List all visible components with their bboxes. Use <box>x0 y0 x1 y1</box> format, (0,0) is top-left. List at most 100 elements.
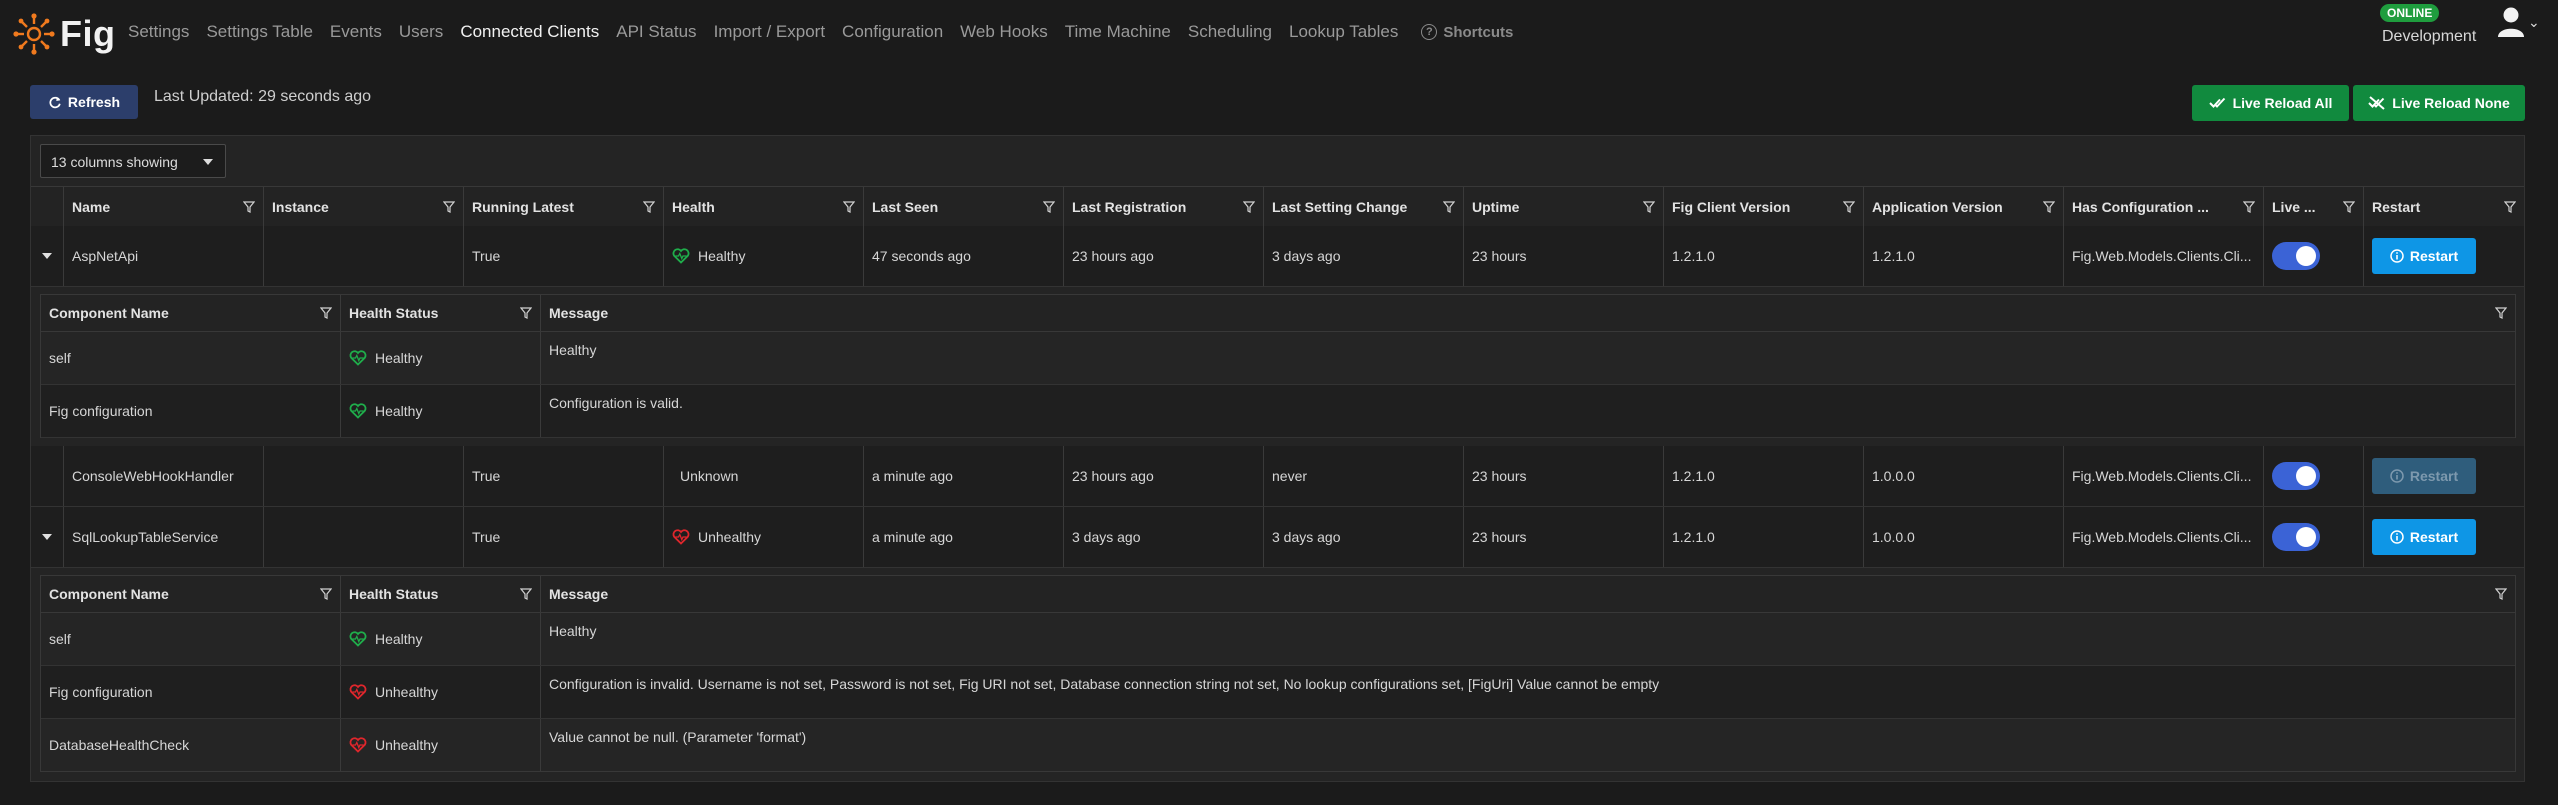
shortcuts-label: Shortcuts <box>1443 23 1514 41</box>
header-label: Live ... <box>2272 199 2316 215</box>
cell-application-version: 1.0.0.0 <box>1864 507 2064 567</box>
client-row-aspnetapi[interactable]: AspNetApi True Healthy 47 seconds ago 23… <box>31 226 2524 287</box>
column-header-health-status[interactable]: Health Status <box>341 576 541 612</box>
heart-healthy-icon <box>349 631 367 647</box>
column-header-instance[interactable]: Instance <box>264 187 464 227</box>
filter-icon[interactable] <box>320 307 332 319</box>
expand-toggle[interactable] <box>31 507 64 567</box>
filter-icon[interactable] <box>2504 201 2516 213</box>
column-header-component-name[interactable]: Component Name <box>41 576 341 612</box>
nav-item-users[interactable]: Users <box>399 22 443 42</box>
column-header-last-registration[interactable]: Last Registration <box>1064 187 1264 227</box>
column-header-live-reload[interactable]: Live ... <box>2264 187 2364 227</box>
caret-down-icon <box>203 159 213 165</box>
expand-toggle[interactable] <box>31 446 64 506</box>
filter-icon[interactable] <box>443 201 455 213</box>
column-header-application-version[interactable]: Application Version <box>1864 187 2064 227</box>
column-header-health-status[interactable]: Health Status <box>341 295 541 331</box>
live-reload-toggle[interactable] <box>2272 242 2320 270</box>
app-logo[interactable]: Fig <box>12 12 115 56</box>
nav-item-web-hooks[interactable]: Web Hooks <box>960 22 1048 42</box>
live-reload-toggle[interactable] <box>2272 462 2320 490</box>
nav-item-api-status[interactable]: API Status <box>616 22 696 42</box>
top-navigation: Fig Settings Settings Table Events Users… <box>0 0 2558 66</box>
nav-item-connected-clients[interactable]: Connected Clients <box>460 22 599 42</box>
live-reload-all-button[interactable]: Live Reload All <box>2192 85 2349 121</box>
filter-icon[interactable] <box>1243 201 1255 213</box>
shortcuts-link[interactable]: ? Shortcuts <box>1421 22 1513 42</box>
column-header-running-latest[interactable]: Running Latest <box>464 187 664 227</box>
column-chooser-dropdown[interactable]: 13 columns showing <box>40 144 226 178</box>
live-reload-none-button[interactable]: Live Reload None <box>2353 85 2525 121</box>
filter-icon[interactable] <box>643 201 655 213</box>
health-label: Unhealthy <box>698 529 762 545</box>
filter-icon[interactable] <box>1443 201 1455 213</box>
restart-label: Restart <box>2409 468 2459 484</box>
cell-message: Configuration is valid. <box>549 395 683 411</box>
filter-icon[interactable] <box>2043 201 2055 213</box>
filter-icon[interactable] <box>243 201 255 213</box>
health-detail-row: self Healthy Healthy <box>41 332 2515 385</box>
cell-health: Healthy <box>664 226 864 286</box>
filter-icon[interactable] <box>2495 307 2507 319</box>
live-reload-none-label: Live Reload None <box>2392 95 2510 111</box>
cell-has-configuration: Fig.Web.Models.Clients.Cli... <box>2064 226 2264 286</box>
restart-button[interactable]: Restart <box>2372 238 2476 274</box>
filter-icon[interactable] <box>520 588 532 600</box>
health-status-label: Healthy <box>375 403 423 419</box>
column-header-uptime[interactable]: Uptime <box>1464 187 1664 227</box>
column-header-message[interactable]: Message <box>541 576 2515 612</box>
nav-item-scheduling[interactable]: Scheduling <box>1188 22 1272 42</box>
client-row-consolewebhookhandler[interactable]: ConsoleWebHookHandler True Unknown a min… <box>31 446 2524 507</box>
header-label: Last Seen <box>872 199 939 215</box>
column-header-message[interactable]: Message <box>541 295 2515 331</box>
column-header-name[interactable]: Name <box>64 187 264 227</box>
cell-health-status: Unhealthy <box>341 666 541 718</box>
nav-item-events[interactable]: Events <box>330 22 382 42</box>
live-reload-toggle[interactable] <box>2272 523 2320 551</box>
column-header-health[interactable]: Health <box>664 187 864 227</box>
nav-item-settings[interactable]: Settings <box>128 22 189 42</box>
filter-icon[interactable] <box>1043 201 1055 213</box>
filter-icon[interactable] <box>320 588 332 600</box>
cell-instance <box>264 507 464 567</box>
nav-item-import-export[interactable]: Import / Export <box>714 22 825 42</box>
cell-health-status: Healthy <box>341 332 541 384</box>
filter-icon[interactable] <box>520 307 532 319</box>
column-header-has-configuration[interactable]: Has Configuration ... <box>2064 187 2264 227</box>
restart-label: Restart <box>2409 248 2459 264</box>
column-header-component-name[interactable]: Component Name <box>41 295 341 331</box>
cell-application-version: 1.2.1.0 <box>1864 226 2064 286</box>
user-menu-button[interactable]: ⌄ <box>2496 6 2540 38</box>
nav-item-time-machine[interactable]: Time Machine <box>1065 22 1171 42</box>
last-updated-text: Last Updated: 29 seconds ago <box>154 88 372 105</box>
user-avatar-icon <box>2498 7 2524 37</box>
client-row-sqllookuptableservice[interactable]: SqlLookupTableService True Unhealthy a m… <box>31 507 2524 568</box>
nav-item-configuration[interactable]: Configuration <box>842 22 943 42</box>
refresh-button[interactable]: Refresh <box>30 85 138 119</box>
cell-component-name: self <box>41 332 341 384</box>
expand-toggle[interactable] <box>31 226 64 286</box>
nav-item-lookup-tables[interactable]: Lookup Tables <box>1289 22 1398 42</box>
filter-icon[interactable] <box>2495 588 2507 600</box>
header-label: Health <box>672 199 715 215</box>
filter-icon[interactable] <box>1843 201 1855 213</box>
filter-icon[interactable] <box>843 201 855 213</box>
filter-icon[interactable] <box>2243 201 2255 213</box>
environment-name: Development <box>2382 28 2477 45</box>
column-header-fig-client-version[interactable]: Fig Client Version <box>1664 187 1864 227</box>
restart-button[interactable]: Restart <box>2372 519 2476 555</box>
filter-icon[interactable] <box>2343 201 2355 213</box>
cell-name: ConsoleWebHookHandler <box>64 446 264 506</box>
column-header-restart[interactable]: Restart <box>2364 187 2524 227</box>
cell-instance <box>264 446 464 506</box>
column-header-last-seen[interactable]: Last Seen <box>864 187 1064 227</box>
filter-icon[interactable] <box>1643 201 1655 213</box>
column-header-last-setting-change[interactable]: Last Setting Change <box>1264 187 1464 227</box>
header-label: Fig Client Version <box>1672 199 1791 215</box>
header-label: Health Status <box>349 586 439 602</box>
cell-has-configuration: Fig.Web.Models.Clients.Cli... <box>2064 446 2264 506</box>
header-label: Component Name <box>49 586 169 602</box>
cell-uptime: 23 hours <box>1464 226 1664 286</box>
nav-item-settings-table[interactable]: Settings Table <box>206 22 312 42</box>
